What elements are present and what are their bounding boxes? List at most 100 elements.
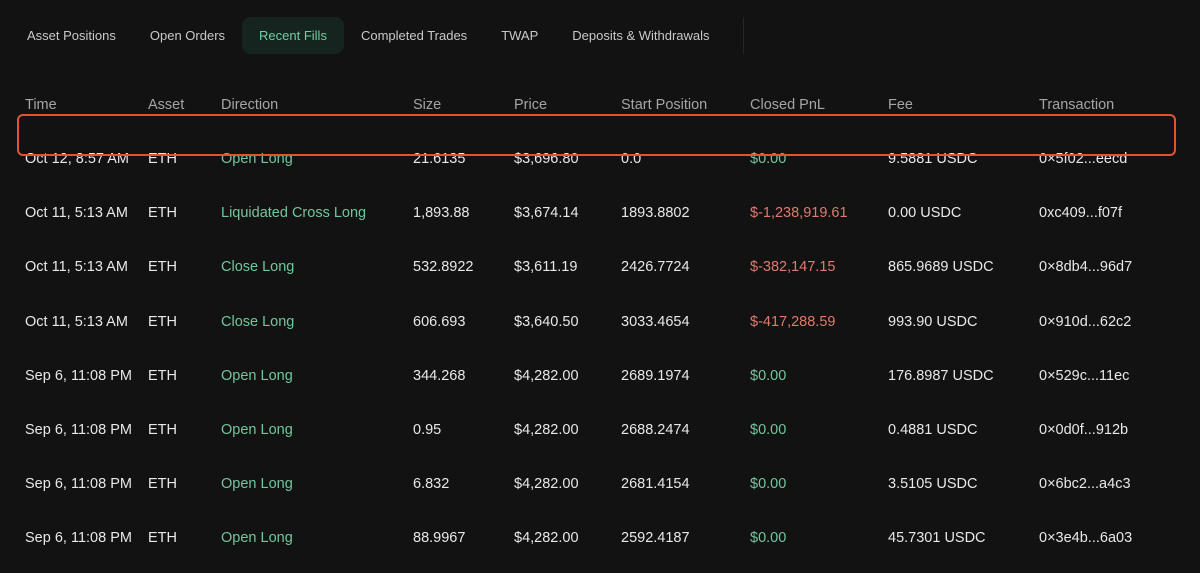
cell-transaction-link[interactable]: 0xc409...f07f	[1039, 186, 1200, 240]
cell-direction: Open Long	[221, 476, 293, 493]
cell-closed-pnl: $-1,238,919.61	[750, 205, 848, 222]
header-transaction[interactable]: Transaction	[1039, 78, 1200, 132]
recent-fills-panel: Asset Positions Open Orders Recent Fills…	[0, 0, 1200, 573]
header-start-position[interactable]: Start Position	[621, 78, 750, 132]
cell-start-position: 3033.4654	[621, 313, 690, 330]
cell-closed-pnl: $0.00	[750, 476, 787, 493]
cell-closed-pnl: $0.00	[750, 422, 787, 439]
tab-twap[interactable]: TWAP	[484, 17, 555, 54]
cell-size: 532.8922	[413, 259, 474, 276]
cell-asset[interactable]: ETH	[148, 403, 221, 457]
cell-size: 606.693	[413, 313, 466, 330]
cell-time: Sep 6, 11:08 PM	[25, 530, 132, 547]
cell-time: Oct 11, 5:13 AM	[25, 205, 128, 222]
table-row: Sep 6, 11:08 PM ETH Open Long 0.95 $4,28…	[0, 403, 1200, 457]
cell-start-position: 2592.4187	[621, 530, 690, 547]
table-row: Oct 11, 5:13 AM ETH Close Long 606.693 $…	[0, 295, 1200, 349]
cell-closed-pnl: $0.00	[750, 367, 787, 384]
cell-size: 88.9967	[413, 530, 466, 547]
cell-size: 21.6135	[413, 151, 466, 168]
cell-price: $4,282.00	[514, 530, 579, 547]
cell-size: 1,893.88	[413, 205, 470, 222]
cell-fee: 176.8987 USDC	[888, 367, 994, 384]
cell-direction: Open Long	[221, 422, 293, 439]
tab-open-orders[interactable]: Open Orders	[133, 17, 242, 54]
cell-price: $4,282.00	[514, 422, 579, 439]
cell-transaction-link[interactable]: 0×0d0f...912b	[1039, 403, 1200, 457]
cell-fee: 0.00 USDC	[888, 205, 962, 222]
cell-time: Oct 11, 5:13 AM	[25, 259, 128, 276]
fills-table: Time Asset Direction Size Price Start Po…	[0, 78, 1200, 566]
cell-fee: 3.5105 USDC	[888, 476, 978, 493]
cell-asset[interactable]: ETH	[148, 240, 221, 294]
table-row: Sep 6, 11:08 PM ETH Open Long 6.832 $4,2…	[0, 457, 1200, 511]
header-direction[interactable]: Direction	[221, 78, 413, 132]
cell-transaction-link[interactable]: 0×8db4...96d7	[1039, 240, 1200, 294]
header-size[interactable]: Size	[413, 78, 514, 132]
cell-fee: 45.7301 USDC	[888, 530, 986, 547]
cell-time: Oct 12, 8:57 AM	[25, 151, 129, 168]
cell-closed-pnl: $0.00	[750, 530, 787, 547]
cell-asset[interactable]: ETH	[148, 349, 221, 403]
cell-transaction-link[interactable]: 0×910d...62c2	[1039, 295, 1200, 349]
tab-completed-trades[interactable]: Completed Trades	[344, 17, 484, 54]
cell-closed-pnl: $0.00	[750, 151, 787, 168]
header-closed-pnl[interactable]: Closed PnL	[750, 78, 888, 132]
cell-fee: 0.4881 USDC	[888, 422, 978, 439]
cell-size: 6.832	[413, 476, 450, 493]
cell-asset[interactable]: ETH	[148, 186, 221, 240]
cell-direction: Liquidated Cross Long	[221, 205, 367, 222]
table-row: Sep 6, 11:08 PM ETH Open Long 88.9967 $4…	[0, 511, 1200, 565]
cell-time: Sep 6, 11:08 PM	[25, 367, 132, 384]
cell-start-position: 1893.8802	[621, 205, 690, 222]
tab-asset-positions[interactable]: Asset Positions	[10, 17, 133, 54]
table-row: Sep 6, 11:08 PM ETH Open Long 344.268 $4…	[0, 349, 1200, 403]
cell-start-position: 2688.2474	[621, 422, 690, 439]
table-row: Oct 11, 5:13 AM ETH Close Long 532.8922 …	[0, 240, 1200, 294]
cell-start-position: 2681.4154	[621, 476, 690, 493]
cell-time: Sep 6, 11:08 PM	[25, 422, 132, 439]
cell-start-position: 0.0	[621, 151, 642, 168]
table-row: Oct 12, 8:57 AM ETH Open Long 21.6135 $3…	[0, 132, 1200, 186]
cell-time: Oct 11, 5:13 AM	[25, 313, 128, 330]
cell-price: $4,282.00	[514, 476, 579, 493]
cell-price: $4,282.00	[514, 367, 579, 384]
cell-fee: 9.5881 USDC	[888, 151, 978, 168]
fills-table-container: Time Asset Direction Size Price Start Po…	[0, 78, 1200, 566]
header-fee[interactable]: Fee	[888, 78, 1039, 132]
tab-bar: Asset Positions Open Orders Recent Fills…	[10, 17, 744, 54]
cell-fee: 865.9689 USDC	[888, 259, 994, 276]
cell-price: $3,696.80	[514, 151, 579, 168]
cell-asset[interactable]: ETH	[148, 457, 221, 511]
tab-deposits-withdrawals[interactable]: Deposits & Withdrawals	[555, 17, 726, 54]
table-header-row: Time Asset Direction Size Price Start Po…	[0, 78, 1200, 132]
cell-direction: Close Long	[221, 259, 295, 276]
cell-direction: Open Long	[221, 151, 293, 168]
table-row-highlighted: Oct 11, 5:13 AM ETH Liquidated Cross Lon…	[0, 186, 1200, 240]
tab-recent-fills[interactable]: Recent Fills	[242, 17, 344, 54]
cell-asset[interactable]: ETH	[148, 295, 221, 349]
cell-transaction-link[interactable]: 0×3e4b...6a03	[1039, 511, 1200, 565]
cell-size: 0.95	[413, 422, 442, 439]
cell-asset[interactable]: ETH	[148, 511, 221, 565]
cell-direction: Open Long	[221, 530, 293, 547]
cell-direction: Open Long	[221, 367, 293, 384]
cell-price: $3,611.19	[514, 259, 578, 276]
cell-transaction-link[interactable]: 0×529c...11ec	[1039, 349, 1200, 403]
header-time[interactable]: Time	[0, 78, 148, 132]
cell-fee: 993.90 USDC	[888, 313, 978, 330]
cell-start-position: 2689.1974	[621, 367, 690, 384]
cell-time: Sep 6, 11:08 PM	[25, 476, 132, 493]
cell-transaction-link[interactable]: 0×6bc2...a4c3	[1039, 457, 1200, 511]
cell-direction: Close Long	[221, 313, 295, 330]
cell-start-position: 2426.7724	[621, 259, 690, 276]
cell-closed-pnl: $-417,288.59	[750, 313, 836, 330]
cell-closed-pnl: $-382,147.15	[750, 259, 836, 276]
header-price[interactable]: Price	[514, 78, 621, 132]
cell-transaction-link[interactable]: 0×5f02...eecd	[1039, 132, 1200, 186]
cell-price: $3,640.50	[514, 313, 579, 330]
cell-size: 344.268	[413, 367, 466, 384]
cell-asset[interactable]: ETH	[148, 132, 221, 186]
header-asset[interactable]: Asset	[148, 78, 221, 132]
cell-price: $3,674.14	[514, 205, 579, 222]
